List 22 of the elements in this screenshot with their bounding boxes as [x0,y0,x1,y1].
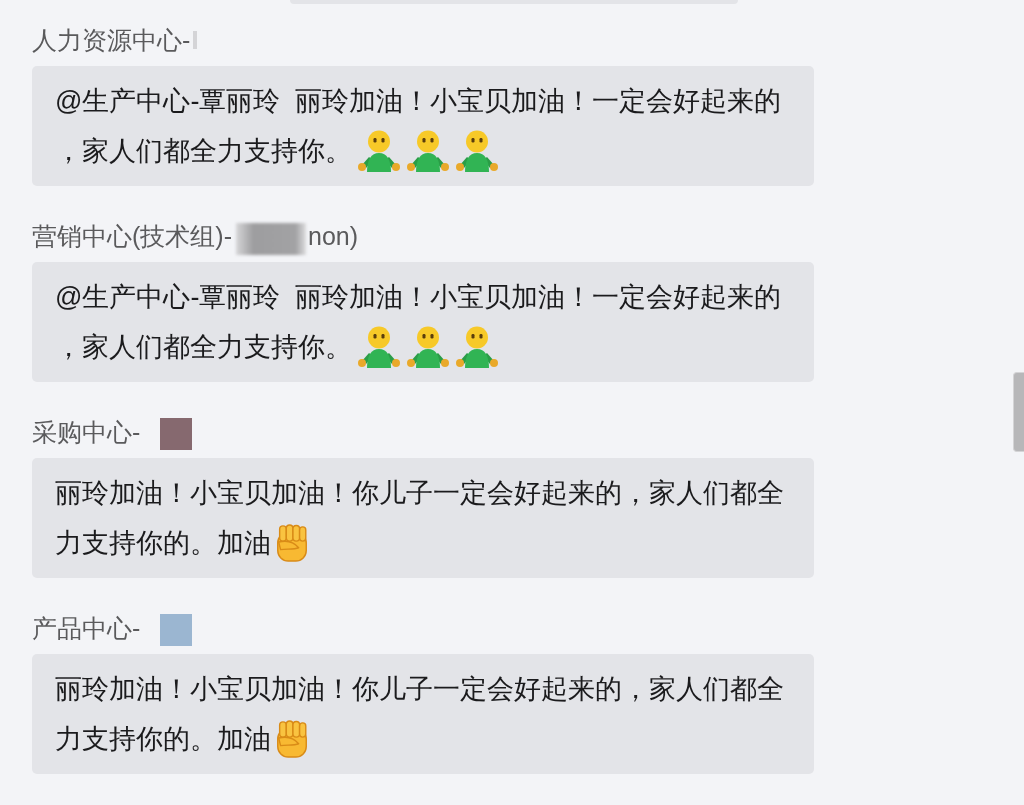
sender-name: non) [308,221,359,251]
message-text: 丽玲加油！小宝贝加油！你儿子一定会好起来的，家人们都全 [55,477,784,510]
sender-name: 产品中心- [32,613,141,643]
sender-name: 采购中心- [32,417,141,447]
scrollbar-thumb[interactable] [1013,372,1024,452]
person-emoji-icon [455,129,499,173]
message-text: 丽玲加油！小宝贝加油！你儿子一定会好起来的，家人们都全 [55,673,784,706]
person-emoji-icon [406,325,450,369]
person-emoji-icon [357,129,401,173]
person-emoji-icon [455,325,499,369]
message-text: @生产中心-覃丽玲 丽玲加油！小宝贝加油！一定会好起来的 [55,281,782,314]
message-text: 力支持你的。加油 [55,527,271,560]
message-text: @生产中心-覃丽玲 丽玲加油！小宝贝加油！一定会好起来的 [55,85,782,118]
message-text: 力支持你的。加油 [55,723,271,756]
person-emoji-icon [357,325,401,369]
redaction-block [236,223,306,255]
redaction-block [193,31,198,49]
person-emoji-icon [406,129,450,173]
sender-name: 营销中心(技术组)- [32,221,232,251]
message-text: ，家人们都全力支持你。 [55,135,352,168]
sender-name: 人力资源中心- [32,25,191,55]
message-text: ，家人们都全力支持你。 [55,331,352,364]
